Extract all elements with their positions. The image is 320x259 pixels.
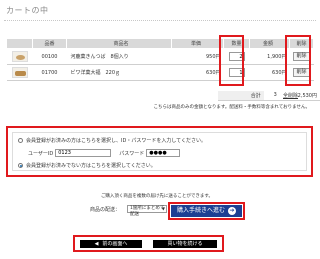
product-amount: 630円 — [249, 64, 290, 81]
clear-all-link[interactable]: 全削除 — [283, 92, 298, 99]
userid-input[interactable] — [55, 149, 112, 157]
guest-option-row[interactable]: 会員登録がお済みでない方はこちらを選択してください。 — [18, 162, 156, 169]
table-row: 00100 河鹿菓きんつば 8個入り 950円 1,900円 削除 — [6, 48, 314, 65]
password-input[interactable] — [146, 149, 181, 157]
arrow-left-icon: ◀ — [94, 241, 99, 247]
title-divider — [4, 20, 316, 21]
shipping-label: 商品の配送： — [90, 207, 121, 213]
summary-label: 合計 — [218, 91, 264, 101]
header-code: 品番 — [32, 38, 67, 49]
product-image-cell — [6, 48, 33, 65]
table-row: 01700 ビワ洋菓大福 220ｇ 630円 630円 削除 — [6, 64, 314, 81]
cart-table-header: 品番 商品名 単価 数量 金額 削除 — [6, 38, 314, 49]
product-code: 01700 — [32, 64, 67, 81]
guest-radio[interactable] — [18, 163, 23, 168]
header-price: 単価 — [171, 38, 224, 49]
userid-label: ユーザーID — [28, 150, 54, 157]
chevron-down-icon: ▼ — [161, 206, 165, 211]
product-name: 河鹿菓きんつば 8個入り — [66, 48, 172, 65]
continue-label: 買い物を続ける — [167, 241, 203, 247]
product-amount: 1,900円 — [249, 48, 290, 65]
back-button[interactable]: ◀ 前の画面へ — [80, 240, 142, 248]
credentials-row: ユーザーID パスワード — [28, 149, 181, 157]
summary-table: 合計 3 2,530円 — [218, 91, 320, 101]
header-amount: 金額 — [249, 38, 290, 49]
proceed-button[interactable]: 購入手続きへ進む ➔ — [171, 205, 242, 217]
shipping-note: ご購入頂く商品を複数の届け先に送ることができます。 — [100, 194, 213, 199]
qty-highlight — [219, 35, 244, 86]
shipping-select-value: 1箇所にまとめて配送 — [130, 206, 165, 217]
guest-option-label: 会員登録がお済みでない方はこちらを選択してください。 — [26, 163, 156, 169]
member-radio[interactable] — [18, 138, 23, 143]
arrow-right-icon: ➔ — [228, 206, 236, 215]
bottom-nav-highlight: ◀ 前の画面へ 買い物を続ける — [73, 235, 224, 252]
continue-shopping-button[interactable]: 買い物を続ける — [153, 240, 217, 248]
summary-row: 合計 3 2,530円 — [218, 91, 320, 101]
product-price: 950円 — [171, 48, 224, 65]
price-note: こちらは商品のみの金額となります。配送料・手数料等含まれておりません。 — [153, 105, 310, 110]
shipping-select[interactable]: 1箇所にまとめて配送 ▼ — [127, 205, 167, 217]
product-name: ビワ洋菓大福 220ｇ — [66, 64, 172, 81]
back-label: 前の画面へ — [102, 241, 128, 247]
header-name: 商品名 — [66, 38, 172, 49]
product-thumbnail[interactable] — [11, 51, 28, 62]
product-code: 00100 — [32, 48, 67, 65]
cart-table: 品番 商品名 単価 数量 金額 削除 00100 河鹿菓きんつば 8個入り 95… — [6, 38, 314, 81]
member-login-panel: 会員登録がお済みの方はこちらを選択し、ID・パスワードを入力してください。 ユー… — [6, 126, 313, 177]
product-thumbnail[interactable] — [11, 67, 28, 78]
header-image — [6, 38, 33, 49]
member-option-label: 会員登録がお済みの方はこちらを選択し、ID・パスワードを入力してください。 — [26, 138, 207, 144]
product-image-cell — [6, 64, 33, 81]
proceed-label: 購入手続きへ進む — [176, 207, 225, 214]
product-price: 630円 — [171, 64, 224, 81]
member-option-row[interactable]: 会員登録がお済みの方はこちらを選択し、ID・パスワードを入力してください。 — [18, 137, 206, 144]
page-title: カートの中 — [6, 6, 49, 15]
password-label: パスワード — [119, 150, 145, 157]
delete-highlight — [285, 35, 311, 86]
